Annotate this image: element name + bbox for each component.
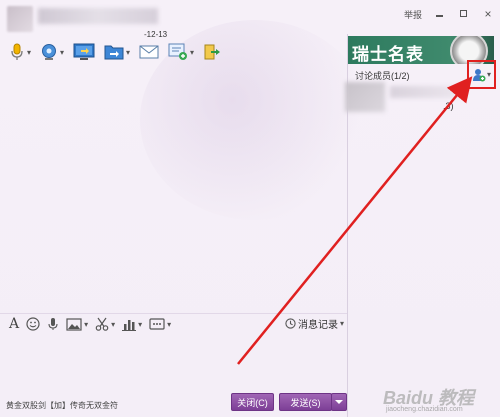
ad-banner-text: 瑞士名表 xyxy=(352,45,424,64)
exit-group-icon xyxy=(204,44,221,60)
send-options-button[interactable] xyxy=(331,393,347,411)
clock-icon xyxy=(285,318,296,329)
chevron-down-icon[interactable]: ▾ xyxy=(138,320,142,329)
vote-button[interactable]: ▾ xyxy=(121,316,143,332)
chevron-down-icon[interactable]: ▾ xyxy=(60,48,64,57)
watermark-url: jiaocheng.chazidian.com xyxy=(386,406,463,413)
message-history-button[interactable]: 消息记录 ▾ xyxy=(285,316,344,331)
webcam-icon xyxy=(42,44,57,60)
file-transfer-icon xyxy=(104,45,124,60)
video-call-button[interactable]: ▾ xyxy=(37,41,67,63)
chevron-down-icon: ▾ xyxy=(486,70,491,79)
chevron-down-icon[interactable]: ▾ xyxy=(27,48,31,57)
microphone-icon xyxy=(11,43,23,60)
minimize-icon[interactable] xyxy=(434,8,446,20)
promo-link[interactable]: 黄金双股剑【加】传奇无双金符 xyxy=(6,400,118,411)
send-button[interactable]: 发送(S) xyxy=(279,393,332,411)
chevron-down-icon: ▾ xyxy=(340,319,345,328)
members-title: 讨论成员(1/2) xyxy=(355,71,410,81)
screenshot-button[interactable]: ▾ xyxy=(94,316,116,332)
chat-toolbar: ▾ ▾ ▾ ▾ xyxy=(6,40,224,64)
message-input[interactable] xyxy=(0,334,346,390)
send-image-button[interactable]: ▾ xyxy=(65,316,89,332)
chevron-down-icon[interactable]: ▾ xyxy=(167,320,171,329)
maximize-icon[interactable] xyxy=(458,8,470,20)
scissors-icon xyxy=(95,317,109,331)
message-history-label: 消息记录 xyxy=(298,320,338,331)
bar-chart-icon xyxy=(122,319,137,331)
voice-call-button[interactable]: ▾ xyxy=(6,41,34,63)
more-apps-icon xyxy=(149,318,165,330)
app-button[interactable]: ▾ xyxy=(165,41,197,63)
voice-message-icon xyxy=(48,318,58,330)
chevron-down-icon[interactable]: ▾ xyxy=(111,320,115,329)
exit-group-button[interactable] xyxy=(200,41,224,63)
group-subtitle: -12-13 xyxy=(144,30,168,39)
chat-window: -12-13 举报 × ▾ ▾ ▾ ▾ 瑞士名表 讨论成员(1/2) .3) ▾… xyxy=(0,0,500,417)
window-controls: 举报 × xyxy=(404,7,494,21)
font-icon: A xyxy=(9,316,20,332)
member-name-blurred xyxy=(390,86,460,98)
emoji-button[interactable] xyxy=(25,316,41,332)
member-avatar-blurred[interactable] xyxy=(345,82,385,112)
screen-share-button[interactable] xyxy=(70,41,98,63)
close-button[interactable]: 关闭(C) xyxy=(231,393,274,411)
voice-message-button[interactable] xyxy=(46,316,60,332)
send-email-button[interactable] xyxy=(136,41,162,63)
screen-share-icon xyxy=(73,43,95,60)
font-button[interactable]: A xyxy=(8,316,20,332)
group-name-blurred xyxy=(38,8,158,24)
file-transfer-button[interactable]: ▾ xyxy=(101,41,133,63)
emoji-icon xyxy=(26,317,40,331)
chevron-down-icon[interactable]: ▾ xyxy=(190,48,194,57)
close-icon[interactable]: × xyxy=(482,8,494,20)
message-area[interactable] xyxy=(0,66,346,314)
chevron-down-icon[interactable]: ▾ xyxy=(126,48,130,57)
add-member-button[interactable]: ▾ xyxy=(467,60,496,89)
add-user-icon xyxy=(472,68,486,81)
report-link[interactable]: 举报 xyxy=(404,8,422,21)
app-add-icon xyxy=(168,43,188,60)
more-apps-button[interactable]: ▾ xyxy=(148,316,172,332)
title-bar: -12-13 举报 × xyxy=(0,0,500,39)
chevron-down-icon[interactable]: ▾ xyxy=(84,320,88,329)
member-count-fragment: .3) xyxy=(443,101,454,111)
chevron-down-icon xyxy=(335,400,343,404)
avatar[interactable] xyxy=(7,6,33,32)
input-divider[interactable] xyxy=(0,313,347,314)
image-icon xyxy=(66,317,82,331)
email-icon xyxy=(139,45,159,59)
